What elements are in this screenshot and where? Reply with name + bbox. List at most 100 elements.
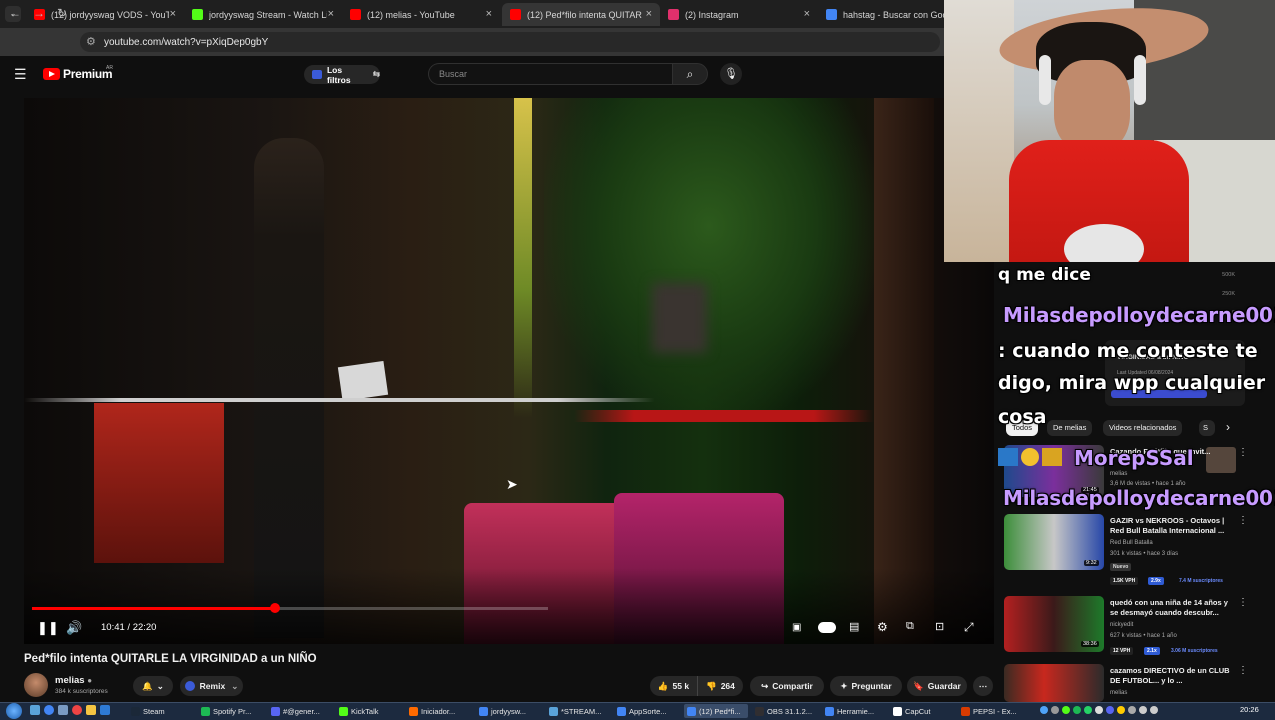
more-actions-button[interactable]: ⋯	[973, 676, 993, 696]
browser-tab[interactable]: (12) Ped*filo intenta QUITAR ×	[502, 3, 660, 26]
recommendation-title[interactable]: cazamos DIRECTIVO de un CLUB DE FUTBOL..…	[1110, 666, 1235, 686]
tab-close-icon[interactable]: ×	[328, 8, 334, 20]
taskbar-item[interactable]: Herramie...	[822, 704, 886, 718]
recommendation-thumbnail[interactable]	[1004, 664, 1104, 702]
taskbar-item[interactable]: Steam	[128, 704, 194, 718]
tab-close-icon[interactable]: ×	[646, 8, 652, 20]
pinned-app-icon[interactable]	[58, 705, 68, 715]
autoplay-toggle[interactable]	[818, 622, 836, 633]
tray-icon[interactable]	[1095, 706, 1103, 714]
recommendation-title[interactable]: GAZIR vs NEKROOS - Octavos | Red Bull Ba…	[1110, 516, 1235, 536]
taskbar-item[interactable]: PEPSI - Ex...	[958, 704, 1022, 718]
chevron-right-icon[interactable]: ›	[1226, 420, 1230, 434]
taskbar-item[interactable]: (12) Ped*fi...	[684, 704, 748, 718]
pinned-app-icon[interactable]	[44, 705, 54, 715]
ratio-badge: 2.1x	[1144, 647, 1160, 655]
taskbar-item[interactable]: CapCut	[890, 704, 954, 718]
taskbar-item[interactable]: OBS 31.1.2...	[752, 704, 818, 718]
more-vert-icon[interactable]: ⋮	[1238, 597, 1248, 608]
more-vert-icon[interactable]: ⋮	[1238, 515, 1248, 526]
recommendation-channel[interactable]: melias	[1110, 471, 1127, 477]
tab-title: hahstag - Buscar con Google	[843, 9, 944, 20]
browser-tab[interactable]: (12) jordyyswag VODS - YouTub ×	[26, 3, 184, 26]
taskbar-clock[interactable]: 20:26	[1240, 705, 1259, 714]
volume-icon[interactable]: 🔊	[66, 620, 82, 636]
tray-icon[interactable]	[1040, 706, 1048, 714]
settings-gear-icon[interactable]: ⚙	[877, 620, 888, 634]
tab-close-icon[interactable]: ×	[486, 8, 492, 20]
taskbar-item-label: *STREAM...	[561, 706, 602, 716]
youtube-premium-brand[interactable]: Premium	[63, 67, 113, 81]
taskbar-item[interactable]: *STREAM...	[546, 704, 610, 718]
pause-icon[interactable]: ❚❚	[37, 620, 59, 636]
network-icon[interactable]	[1139, 706, 1147, 714]
video-player[interactable]: ➤	[24, 98, 994, 644]
tray-icon[interactable]	[1084, 706, 1092, 714]
filters-button[interactable]: Los filtros ⇆	[304, 65, 380, 85]
chip-more[interactable]: S	[1199, 420, 1215, 436]
tab-close-icon[interactable]: ×	[170, 8, 176, 20]
tray-icon[interactable]	[1128, 706, 1136, 714]
browser-tab[interactable]: (2) Instagram ×	[660, 3, 818, 26]
site-info-icon[interactable]: ⚙	[86, 35, 96, 48]
taskbar-item[interactable]: #@gener...	[268, 704, 332, 718]
browser-tab[interactable]: hahstag - Buscar con Google	[818, 3, 944, 26]
like-button[interactable]: 👍 55 k	[650, 676, 697, 696]
tab-favicon-icon	[350, 9, 361, 20]
tray-icon[interactable]	[1117, 706, 1125, 714]
taskbar-item[interactable]: jordyysw...	[476, 704, 542, 718]
microphone-icon[interactable]: 🎙	[720, 63, 742, 85]
taskbar-item[interactable]: Iniciador...	[406, 704, 472, 718]
tray-icon[interactable]	[1062, 706, 1070, 714]
tray-icon[interactable]	[1073, 706, 1081, 714]
dislike-count: 264	[720, 681, 735, 691]
channel-avatar[interactable]	[24, 673, 48, 697]
save-button[interactable]: 🔖 Guardar	[907, 676, 967, 696]
fullscreen-icon[interactable]: ⤢	[964, 620, 974, 635]
dislike-button[interactable]: 👎 264	[697, 676, 743, 696]
recommendation-title[interactable]: quedó con una niña de 14 años y se desma…	[1110, 598, 1235, 618]
filter-extension-player-icon[interactable]: ▣	[792, 622, 801, 633]
subtitles-icon[interactable]: ▤	[849, 620, 859, 633]
chip-related[interactable]: Videos relacionados	[1103, 420, 1183, 436]
recommendation-channel[interactable]: melias	[1110, 690, 1127, 696]
pinned-app-icon[interactable]	[72, 705, 82, 715]
forward-arrow-icon[interactable]: →	[33, 6, 45, 20]
pinned-app-icon[interactable]	[100, 705, 110, 715]
recommendation-channel[interactable]: Red Bull Batalla	[1110, 540, 1153, 546]
headphones	[1134, 55, 1146, 105]
back-arrow-icon[interactable]: ←	[9, 6, 21, 20]
chip-from-channel[interactable]: De melias	[1047, 420, 1093, 436]
youtube-logo-icon[interactable]	[43, 68, 60, 80]
search-input[interactable]: Buscar	[428, 63, 672, 85]
tray-icon[interactable]	[1106, 706, 1114, 714]
speaker-icon[interactable]	[1150, 706, 1158, 714]
taskbar-item[interactable]: Spotify Pr...	[198, 704, 264, 718]
remix-label: Remix	[199, 681, 226, 691]
search-icon[interactable]: ⌕	[672, 63, 708, 85]
remix-button[interactable]: Remix ⌄	[180, 676, 243, 696]
miniplayer-icon[interactable]: ⧉	[906, 620, 914, 633]
taskbar-item[interactable]: AppSorte...	[614, 704, 680, 718]
menu-icon[interactable]: ☰	[14, 66, 27, 83]
cast-icon[interactable]: ⊡	[935, 620, 944, 633]
pinned-app-icon[interactable]	[30, 705, 40, 715]
recommendation-channel[interactable]: nickyedit	[1110, 622, 1133, 628]
notification-bell-button[interactable]: 🔔 ⌄	[133, 676, 173, 696]
pinned-app-icon[interactable]	[86, 705, 96, 715]
browser-tab[interactable]: (12) melias - YouTube ×	[342, 3, 500, 26]
progress-scrubber[interactable]	[270, 603, 280, 613]
taskbar-item[interactable]: KickTalk	[336, 704, 402, 718]
url-text[interactable]: youtube.com/watch?v=pXiqDep0gbY	[104, 37, 268, 48]
share-button[interactable]: ↪ Compartir	[750, 676, 824, 696]
ask-button[interactable]: ✦ Preguntar	[830, 676, 902, 696]
browser-tab[interactable]: jordyyswag Stream - Watch Live ×	[184, 3, 342, 26]
channel-name-text[interactable]: melias	[55, 675, 85, 686]
channel-name[interactable]: melias ●	[55, 675, 92, 686]
tray-icon[interactable]	[1051, 706, 1059, 714]
reload-icon[interactable]: ↻	[57, 6, 67, 20]
tab-close-icon[interactable]: ×	[804, 8, 810, 20]
more-vert-icon[interactable]: ⋮	[1238, 665, 1248, 676]
start-button-icon[interactable]	[6, 703, 22, 719]
more-vert-icon[interactable]: ⋮	[1238, 447, 1248, 458]
